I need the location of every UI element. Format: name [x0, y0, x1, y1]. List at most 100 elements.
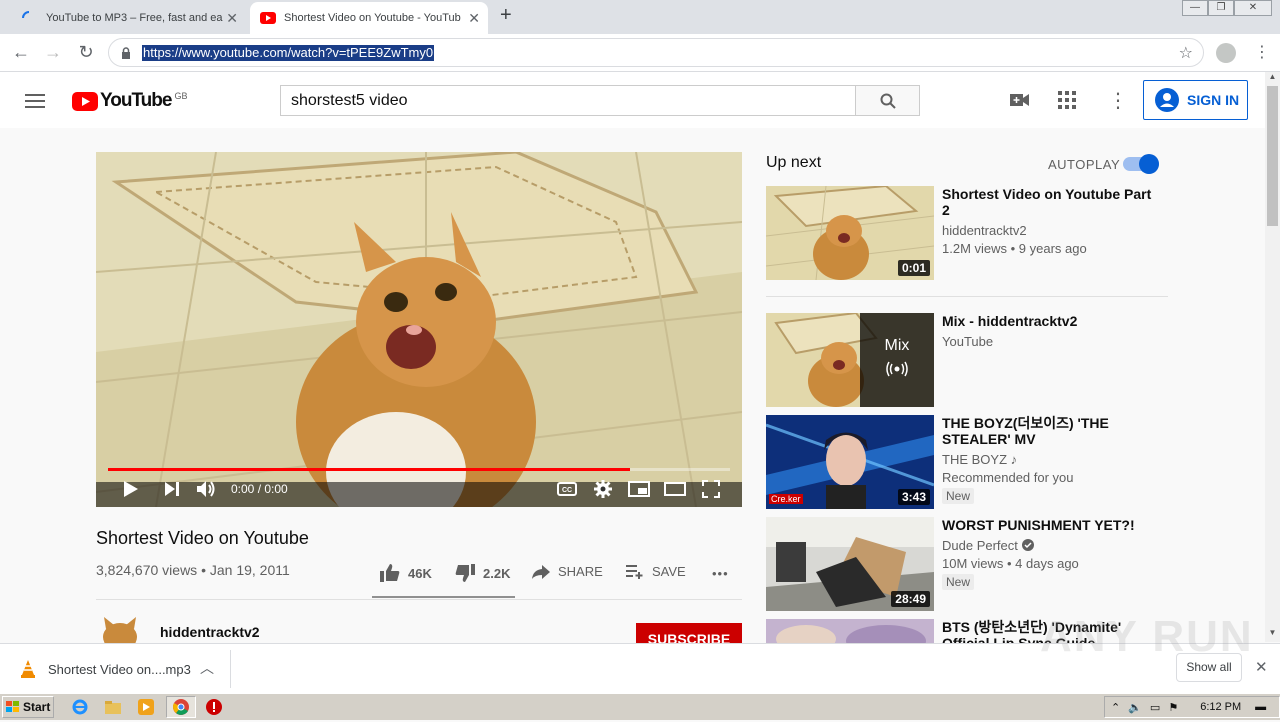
start-label: Start [23, 700, 51, 714]
more-actions-icon[interactable]: ••• [712, 566, 729, 581]
up-next-heading: Up next [766, 154, 822, 171]
restore-window-button[interactable]: ❐ [1208, 0, 1234, 16]
fullscreen-icon[interactable] [702, 480, 720, 498]
new-tab-button[interactable]: + [500, 4, 512, 27]
settings-gear-icon[interactable] [594, 480, 612, 498]
clock[interactable]: 6:12 PM [1200, 701, 1241, 713]
browser-toolbar: ← → ↻ https://www.youtube.com/watch?v=tP… [0, 34, 1280, 72]
start-button[interactable]: Start [2, 696, 54, 718]
video-thumbnail[interactable]: 0:01 [766, 186, 934, 280]
thumbnail-watermark: Cre.ker [769, 494, 803, 504]
settings-more-icon[interactable]: ⋮ [1108, 88, 1128, 113]
back-arrow-icon[interactable]: ← [10, 42, 32, 63]
svg-text:CC: CC [562, 487, 572, 494]
progress-bar-track[interactable] [108, 468, 730, 471]
theater-mode-icon[interactable] [664, 482, 686, 496]
hamburger-menu-icon[interactable] [25, 93, 47, 109]
url-text[interactable]: https://www.youtube.com/watch?v=tPEE9ZwT… [142, 45, 435, 61]
flag-icon[interactable]: ⚑ [1168, 701, 1178, 714]
show-desktop-icon[interactable]: ▬ [1255, 701, 1266, 713]
sign-in-button[interactable]: SIGN IN [1143, 80, 1248, 120]
next-icon[interactable] [165, 482, 179, 496]
video-player[interactable]: 0:00 / 0:00 CC [96, 152, 742, 507]
close-tab-icon[interactable]: ✕ [468, 10, 480, 27]
scrollbar-up-arrow[interactable]: ▲ [1265, 72, 1280, 86]
video-thumbnail[interactable]: Cre.ker 3:43 [766, 415, 934, 509]
video-meta: Recommended for you [942, 470, 1074, 485]
address-bar[interactable]: https://www.youtube.com/watch?v=tPEE9ZwT… [108, 38, 1204, 67]
captions-icon[interactable]: CC [557, 482, 577, 496]
dislike-count: 2.2K [483, 565, 511, 581]
youtube-favicon-icon [260, 12, 276, 24]
tray-expand-icon[interactable]: ⌃ [1111, 701, 1120, 714]
volume-icon[interactable] [197, 480, 217, 498]
broadcast-icon [886, 361, 908, 377]
video-duration: 3:43 [897, 489, 930, 505]
video-channel[interactable]: THE BOYZ ♪ [942, 452, 1017, 467]
stop-sign-icon[interactable] [206, 699, 222, 715]
video-title[interactable]: Mix - hiddentracktv2 [942, 313, 1157, 329]
tab-shortest-video[interactable]: Shortest Video on Youtube - YouTub ✕ [250, 2, 488, 34]
video-thumbnail[interactable] [766, 619, 934, 643]
network-icon[interactable]: ▭ [1150, 701, 1160, 714]
tab-youtube-to-mp3[interactable]: YouTube to MP3 – Free, fast and ea ✕ [8, 2, 246, 34]
page-scrollbar[interactable]: ▲ ▼ [1265, 72, 1280, 642]
search-input[interactable]: shorstest5 video [280, 85, 856, 116]
playlist-add-icon [626, 564, 643, 579]
autoplay-toggle[interactable] [1123, 154, 1159, 174]
search-button[interactable] [855, 85, 920, 116]
miniplayer-icon[interactable] [628, 481, 650, 497]
scrollbar-thumb[interactable] [1267, 86, 1278, 226]
file-explorer-icon[interactable] [105, 699, 121, 715]
download-options-chevron-icon[interactable]: ︿ [200, 658, 214, 678]
subscribe-button[interactable]: SUBSCRIBE [636, 623, 742, 643]
verified-check-icon [1021, 539, 1034, 551]
channel-name[interactable]: hiddentracktv2 [160, 624, 260, 640]
like-count: 46K [408, 565, 432, 581]
internet-explorer-icon[interactable] [72, 699, 88, 715]
dislike-button[interactable]: 2.2K [455, 564, 510, 582]
chrome-icon [173, 699, 189, 715]
media-player-icon[interactable] [138, 699, 154, 715]
scrollbar-down-arrow[interactable]: ▼ [1265, 628, 1280, 642]
youtube-logo[interactable]: YouTube GB [72, 90, 187, 112]
minimize-window-button[interactable]: — [1182, 0, 1208, 16]
progress-bar-played [108, 468, 631, 471]
like-button[interactable]: 46K [380, 564, 432, 582]
music-note-icon: ♪ [1010, 452, 1018, 467]
share-arrow-icon [532, 564, 550, 579]
video-channel[interactable]: Dude Perfect [942, 538, 1034, 553]
video-thumbnail[interactable]: 28:49 [766, 517, 934, 611]
video-title[interactable]: Shortest Video on Youtube Part 2 [942, 186, 1157, 218]
bts-thumbnail-image [766, 619, 934, 643]
video-channel[interactable]: hiddentracktv2 [942, 223, 1027, 238]
close-download-shelf-icon[interactable]: ✕ [1255, 658, 1268, 676]
account-icon [1155, 88, 1179, 112]
search-icon [880, 93, 896, 109]
video-title[interactable]: THE BOYZ(더보이즈) 'THE STEALER' MV [942, 415, 1157, 447]
logo-text: YouTube [100, 90, 172, 111]
view-count-date: 3,824,670 views • Jan 19, 2011 [96, 562, 290, 578]
speaker-icon[interactable]: 🔈 [1128, 701, 1142, 714]
save-button[interactable]: SAVE [626, 564, 686, 579]
browser-menu-icon[interactable]: ⋮ [1254, 42, 1270, 62]
close-tab-icon[interactable]: ✕ [226, 10, 238, 27]
mix-thumbnail[interactable]: Mix [766, 313, 934, 407]
chrome-taskbar-button[interactable] [166, 696, 196, 718]
play-icon[interactable] [124, 481, 138, 497]
video-title[interactable]: WORST PUNISHMENT YET?! [942, 517, 1157, 533]
create-video-icon[interactable] [1010, 93, 1030, 107]
share-label: SHARE [558, 564, 603, 579]
download-filename[interactable]: Shortest Video on....mp3 [48, 662, 191, 677]
reload-icon[interactable]: ↻ [75, 42, 97, 63]
profile-avatar-icon[interactable] [1216, 43, 1236, 63]
show-all-label: Show all [1186, 660, 1232, 674]
system-tray: ⌃ 🔈 ▭ ⚑ 6:12 PM ▬ [1104, 696, 1280, 718]
forward-arrow-icon[interactable]: → [42, 42, 64, 63]
close-window-button[interactable]: ✕ [1234, 0, 1272, 16]
apps-grid-icon[interactable] [1058, 91, 1076, 109]
save-label: SAVE [652, 564, 686, 579]
share-button[interactable]: SHARE [532, 564, 603, 579]
channel-avatar[interactable] [100, 615, 140, 643]
bookmark-star-icon[interactable]: ☆ [1179, 43, 1193, 63]
